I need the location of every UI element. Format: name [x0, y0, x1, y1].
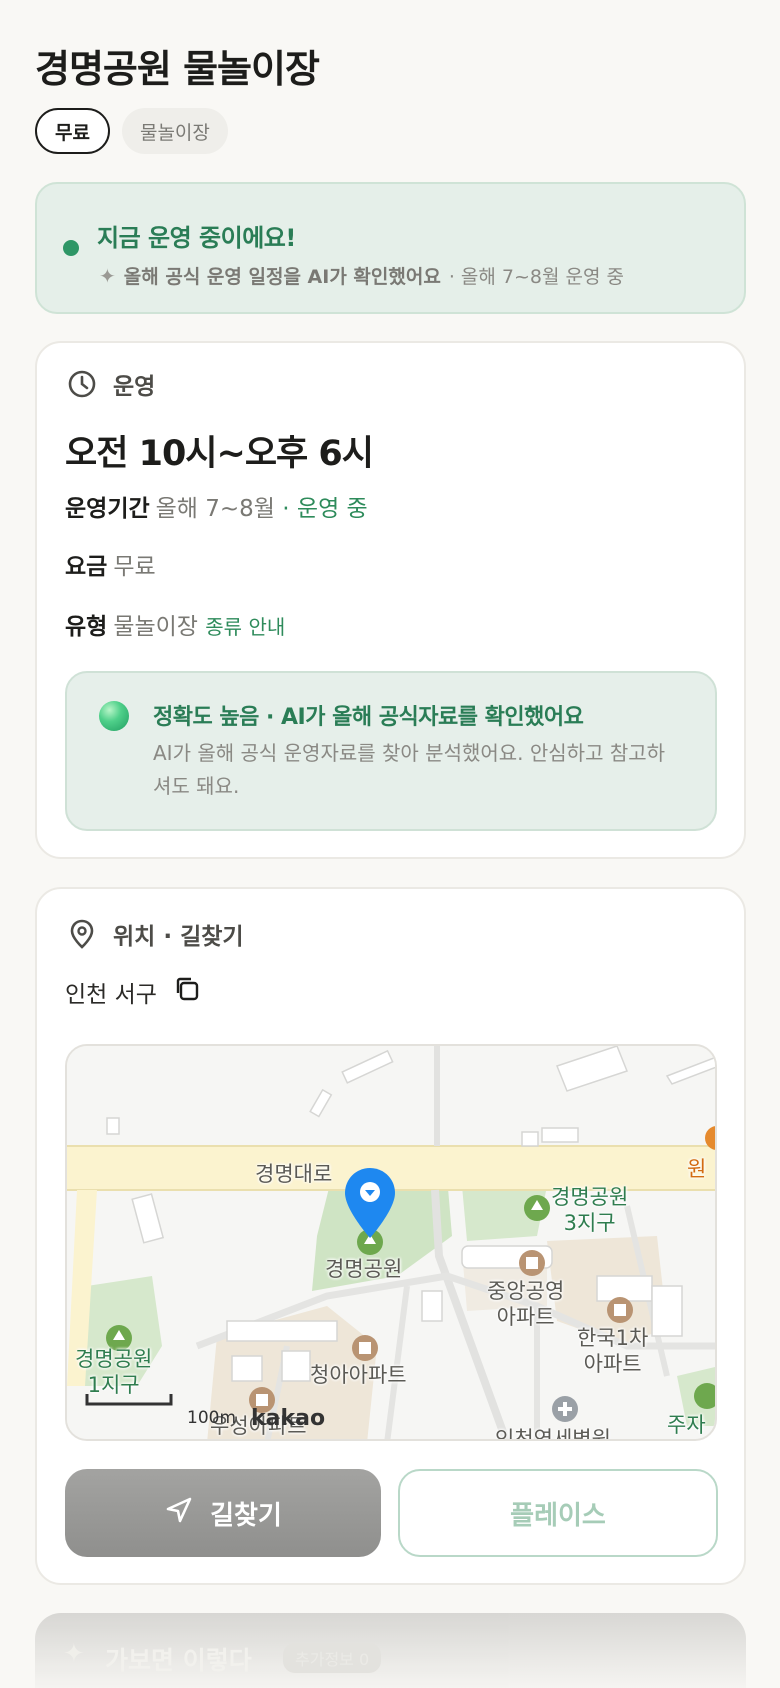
place-button[interactable]: 플레이스: [398, 1469, 718, 1557]
sparkle-icon: ✦: [63, 1639, 85, 1669]
accuracy-title: 정확도 높음 · AI가 올해 공식자료를 확인했어요: [153, 705, 584, 730]
operation-header: 운영: [65, 367, 155, 401]
period-label: 운영기간: [65, 496, 150, 522]
fee-label: 요금: [65, 554, 108, 580]
location-header: 위치 · 길찾기: [65, 917, 244, 951]
address-row: 인천 서구: [65, 975, 201, 1009]
fee-value: 무료: [113, 554, 156, 580]
location-label: 위치 · 길찾기: [113, 924, 244, 950]
type-label: 유형: [65, 614, 108, 640]
map-label-apt-cheonga: 청아아파트: [310, 1363, 407, 1387]
map-label-apt-central: 중앙공영 아파트: [487, 1279, 565, 1329]
status-ai-note: 올해 공식 운영 일정을 AI가 확인했어요: [123, 266, 441, 288]
map-scale: 100m: [187, 1408, 237, 1428]
directions-label: 길찾기: [210, 1500, 282, 1531]
status-title: 지금 운영 중이에요!: [97, 224, 296, 252]
map-label-corner: 원: [687, 1157, 707, 1181]
map-view[interactable]: 경명대로 경명공원 경명공원 3지구 경명공원 1지구 중앙공영 아파트 한국1…: [65, 1044, 717, 1441]
type-value: 물놀이장: [113, 614, 198, 640]
directions-button[interactable]: 길찾기: [65, 1469, 381, 1557]
map-brand-logo: kakao: [251, 1406, 326, 1431]
map-label-park1: 경명공원 1지구: [75, 1347, 153, 1397]
map-label-parking: 주자: [667, 1413, 706, 1437]
status-period-note: · 올해 7~8월 운영 중: [448, 266, 625, 288]
status-subtext: ✦ 올해 공식 운영 일정을 AI가 확인했어요 · 올해 7~8월 운영 중: [99, 262, 624, 289]
map-label-hospital: 인천연세병원: [495, 1427, 611, 1441]
fee-row: 요금 무료: [65, 547, 156, 581]
location-card: 위치 · 길찾기 인천 서구 경명대로 경명공원 경명공원 3지구 경명공원 1…: [35, 887, 746, 1585]
navigation-arrow-icon: [164, 1495, 194, 1532]
place-label: 플레이스: [510, 1500, 606, 1531]
clock-icon: [65, 367, 99, 401]
ai-orb-icon: [99, 701, 129, 731]
map-label-road: 경명대로: [255, 1162, 333, 1186]
type-guide-link[interactable]: 종류 안내: [205, 615, 285, 639]
next-section-title: 가보면 이렇다: [105, 1646, 252, 1675]
map-label-park3: 경명공원 3지구: [551, 1185, 629, 1235]
next-section-badge: 추가정보 0: [283, 1643, 382, 1673]
accuracy-body: AI가 올해 공식 운영자료를 찾아 분석했어요. 안심하고 참고하셔도 돼요.: [153, 741, 666, 798]
chip-category[interactable]: 물놀이장: [121, 108, 228, 154]
operating-hours: 오전 10시~오후 6시: [65, 434, 374, 474]
copy-icon[interactable]: [173, 975, 201, 1009]
operation-card: 운영 오전 10시~오후 6시 운영기간 올해 7~8월 · 운영 중 요금 무료 …: [35, 341, 746, 859]
map-label-apt-hanguk: 한국1차 아파트: [577, 1326, 649, 1376]
status-banner: 지금 운영 중이에요! ✦ 올해 공식 운영 일정을 AI가 확인했어요 · 올…: [35, 182, 746, 314]
map-label-park: 경명공원: [325, 1257, 403, 1281]
chip-free[interactable]: 무료: [35, 108, 110, 154]
period-row: 운영기간 올해 7~8월 · 운영 중: [65, 489, 368, 523]
period-status: · 운영 중: [282, 496, 368, 522]
accuracy-box: 정확도 높음 · AI가 올해 공식자료를 확인했어요 AI가 올해 공식 운영…: [65, 671, 717, 831]
address-text: 인천 서구: [65, 982, 157, 1008]
status-dot-icon: [63, 240, 79, 256]
page-title: 경명공원 물놀이장: [35, 47, 320, 91]
type-row: 유형 물놀이장 종류 안내: [65, 607, 285, 641]
sparkle-icon: ✦: [99, 263, 116, 288]
tag-chips: 무료 물놀이장: [35, 108, 228, 154]
location-pin-icon: [65, 917, 99, 951]
operation-label: 운영: [113, 374, 156, 400]
period-value: 올해 7~8월: [155, 496, 275, 522]
next-section-card: ✦ 가보면 이렇다 추가정보 0: [35, 1613, 746, 1688]
